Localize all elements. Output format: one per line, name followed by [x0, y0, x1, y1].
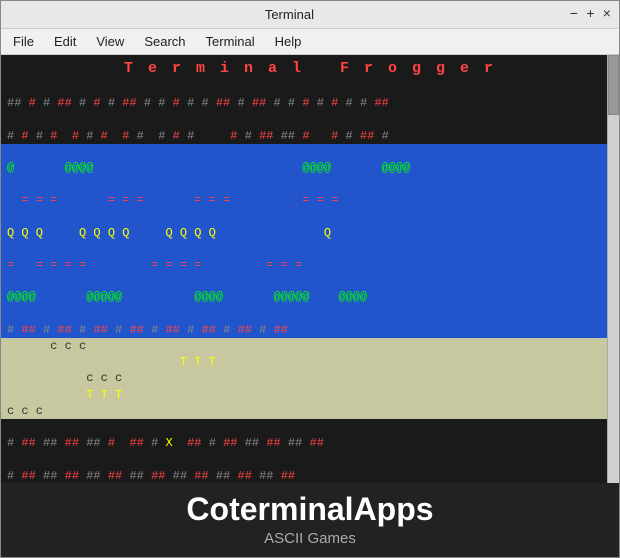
river-line-4: = = = = = = = = = = = = — [1, 241, 619, 273]
road-bottom-line-2: # ## ## ## ## ## ## ## ## ## ## ## ## ## — [1, 451, 619, 483]
menu-file[interactable]: File — [5, 32, 42, 51]
menu-bar: File Edit View Search Terminal Help — [1, 29, 619, 55]
safe-zone: c c c T T T c c c T T T c c c — [1, 338, 619, 419]
game-title-text: T e r m i n a l F r o g g e r — [124, 60, 496, 77]
river-line-3: Q Q Q Q Q Q Q Q Q Q Q Q — [1, 209, 619, 241]
river-line-1: @ @@@@ @@@@ @@@@ — [1, 144, 619, 176]
title-bar: Terminal − + × — [1, 1, 619, 29]
river-section: @ @@@@ @@@@ @@@@ = = = = = = = = = = = =… — [1, 144, 619, 338]
river-line-2: = = = = = = = = = = = = — [1, 176, 619, 208]
menu-view[interactable]: View — [88, 32, 132, 51]
menu-help[interactable]: Help — [267, 32, 310, 51]
menu-terminal[interactable]: Terminal — [198, 32, 263, 51]
menu-search[interactable]: Search — [136, 32, 193, 51]
maximize-button[interactable]: + — [586, 7, 594, 23]
road-bottom-line-1: # ## ## ## ## # ## # X ## # ## ## ## ## … — [1, 419, 619, 451]
safe-line-3: c c c — [1, 370, 619, 386]
road-bottom-section: # ## ## ## ## # ## # X ## # ## ## ## ## … — [1, 419, 619, 483]
branding-footer: CoterminalApps ASCII Games — [1, 483, 619, 557]
river-line-5: @@@@ @@@@@ @@@@ @@@@@ @@@@ — [1, 273, 619, 305]
safe-line-4: T T T — [1, 387, 619, 403]
window-title: Terminal — [9, 7, 570, 22]
terminal-content: T e r m i n a l F r o g g e r ## # # ## … — [1, 55, 619, 483]
scrollbar-thumb[interactable] — [608, 55, 619, 115]
safe-line-1: c c c — [1, 338, 619, 354]
safe-line-2: T T T — [1, 354, 619, 370]
game-title: T e r m i n a l F r o g g e r — [1, 55, 619, 79]
close-button[interactable]: × — [603, 7, 611, 23]
brand-subtitle: ASCII Games — [264, 530, 356, 547]
terminal-window: Terminal − + × File Edit View Search Ter… — [0, 0, 620, 558]
road-top-line-1: ## # # ## # # # ## # # # # # ## # ## # #… — [1, 79, 619, 111]
road-top-section: ## # # ## # # # ## # # # # # ## # ## # #… — [1, 79, 619, 144]
road-top-line-2: # # # # # # # # # # # # # # ## ## # # # … — [1, 111, 619, 143]
river-line-6: # ## # ## # ## # ## # ## # ## # ## # ## — [1, 306, 619, 338]
brand-title: CoterminalApps — [186, 491, 433, 528]
scrollbar[interactable] — [607, 55, 619, 483]
menu-edit[interactable]: Edit — [46, 32, 84, 51]
minimize-button[interactable]: − — [570, 7, 578, 23]
safe-line-5: c c c — [1, 403, 619, 419]
window-controls: − + × — [570, 7, 611, 23]
